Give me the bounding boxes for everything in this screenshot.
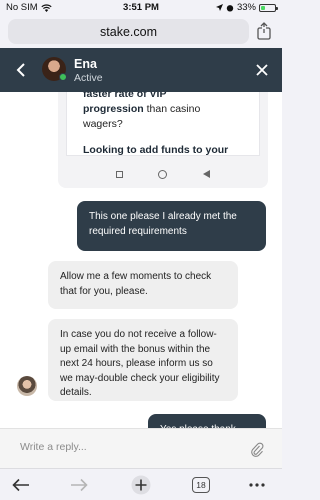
agent-name: Ena bbox=[74, 57, 97, 71]
screenshot-text-line1: faster rate of VIP bbox=[83, 92, 167, 100]
back-chevron-icon[interactable] bbox=[14, 62, 30, 78]
user-message: Yes please thank you bbox=[148, 414, 266, 428]
plus-icon bbox=[131, 475, 151, 495]
browser-forward-button[interactable] bbox=[68, 475, 90, 495]
address-bar: stake.com bbox=[0, 16, 282, 48]
more-dots-icon bbox=[249, 483, 265, 487]
battery-icon bbox=[259, 3, 278, 12]
chat-header: Ena Active bbox=[0, 48, 282, 92]
alarm-icon bbox=[226, 4, 234, 11]
tab-count: 18 bbox=[192, 477, 210, 493]
screenshot-content: faster rate of VIP progression than casi… bbox=[66, 92, 260, 156]
tabs-button[interactable]: 18 bbox=[190, 475, 212, 495]
screenshot-text-line2-bold: progression bbox=[83, 103, 144, 115]
share-icon[interactable] bbox=[256, 22, 272, 40]
home-circle-icon bbox=[158, 169, 168, 179]
user-message: This one please I already met the requir… bbox=[77, 201, 266, 251]
recents-square-icon bbox=[115, 170, 123, 178]
composer: Write a reply... bbox=[0, 428, 282, 468]
paperclip-icon[interactable] bbox=[250, 441, 264, 457]
more-menu-button[interactable] bbox=[246, 475, 268, 495]
agent-message-avatar bbox=[17, 376, 37, 396]
close-icon[interactable] bbox=[254, 62, 270, 78]
screenshot-text-line2: than casino bbox=[143, 103, 201, 115]
new-tab-button[interactable] bbox=[130, 475, 152, 495]
url-field[interactable]: stake.com bbox=[8, 19, 249, 44]
agent-message: In case you do not receive a follow-up e… bbox=[48, 319, 238, 401]
battery-percent: 33% bbox=[236, 2, 256, 13]
screenshot-text-line4: Looking to add funds to your bbox=[83, 144, 229, 156]
chat-messages[interactable]: faster rate of VIP progression than casi… bbox=[0, 92, 282, 428]
shared-screenshot[interactable]: faster rate of VIP progression than casi… bbox=[58, 92, 268, 188]
status-bar: No SIM 3:51 PM 33% bbox=[0, 0, 282, 16]
battery-level bbox=[261, 5, 266, 10]
reply-input[interactable]: Write a reply... bbox=[20, 441, 87, 453]
online-indicator bbox=[59, 73, 67, 81]
screenshot-text-line3: wagers? bbox=[83, 118, 123, 130]
browser-toolbar: 18 bbox=[0, 468, 282, 500]
url-text: stake.com bbox=[100, 24, 157, 39]
agent-avatar bbox=[42, 57, 67, 81]
agent-status: Active bbox=[74, 72, 103, 84]
arrow-right-icon bbox=[71, 478, 88, 492]
back-triangle-icon bbox=[203, 170, 211, 178]
browser-back-button[interactable] bbox=[10, 475, 32, 495]
location-arrow-icon bbox=[215, 4, 223, 11]
android-nav-bar bbox=[58, 160, 268, 188]
arrow-left-icon bbox=[12, 478, 29, 492]
agent-message: Allow me a few moments to check that for… bbox=[48, 261, 238, 309]
